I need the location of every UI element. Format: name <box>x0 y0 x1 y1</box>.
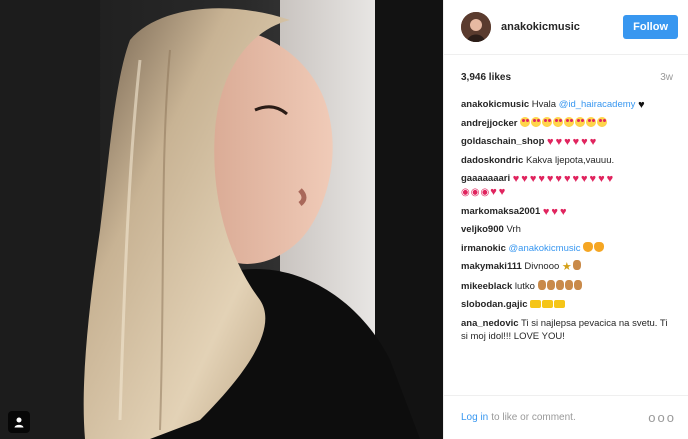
kiss-lips-icon: ◉ <box>480 187 490 198</box>
comment-item: markomaksa2001 ♥ ♥ ♥ <box>461 205 676 218</box>
comment-item: andrejjocker <box>461 116 676 130</box>
heart-eyes-icon <box>597 116 608 127</box>
heart-eyes-icon <box>564 116 575 127</box>
cat-icon <box>583 241 594 252</box>
post-header: anakokicmusic Follow <box>444 0 688 55</box>
heart-eyes-icon <box>553 116 564 127</box>
heart-eyes-icon <box>586 116 597 127</box>
likes-count[interactable]: 3,946 likes <box>461 72 511 83</box>
comment-username[interactable]: gaaaaaaari <box>461 173 510 184</box>
comment-item: dadoskondric Kakva ljepota,vauuu. <box>461 154 676 167</box>
comment-item: makymaki111 Divnooo ★ <box>461 260 676 274</box>
more-options-icon[interactable]: ooo <box>648 410 676 425</box>
hand-icon <box>572 260 581 270</box>
comment-username[interactable]: andrejjocker <box>461 118 518 129</box>
hand-icon <box>546 279 555 290</box>
heart-icon: ♥ <box>572 173 580 185</box>
heart-icon: ♥ <box>542 205 550 218</box>
heart-icon: ♥ <box>589 136 597 148</box>
comment-username[interactable]: anakokicmusic <box>461 99 529 110</box>
comment-item: anakokicmusic Hvala @id_hairacademy ♥ <box>461 98 676 111</box>
post-photo[interactable] <box>0 0 443 439</box>
heart-eyes-icon <box>531 116 542 127</box>
comment-username[interactable]: irmanokic <box>461 243 506 254</box>
comment-text: lutko <box>514 280 535 292</box>
crown-icon <box>554 300 566 308</box>
comment-username[interactable]: slobodan.gajic <box>461 299 528 310</box>
heart-icon: ♥ <box>555 136 563 148</box>
heart-icon: ♥ <box>563 173 571 185</box>
heart-icon: ♥ <box>555 173 562 185</box>
comment-username[interactable]: dadoskondric <box>461 155 523 166</box>
heart-icon: ♥ <box>564 136 571 148</box>
person-tag-icon[interactable] <box>8 411 30 433</box>
comment-text: Vrh <box>506 224 521 235</box>
comment-item: ana_nedovic Ti si najlepsa pevacica na s… <box>461 317 676 343</box>
post-time[interactable]: 3w <box>660 72 673 83</box>
star-icon: ★ <box>561 261 572 273</box>
heart-eyes-icon <box>520 116 531 127</box>
comment-text: Hvala <box>531 99 557 110</box>
comment-text: Kakva ljepota,vauuu. <box>525 154 615 166</box>
post-sidebar: anakokicmusic Follow 3,946 likes 3w anak… <box>443 0 688 439</box>
heart-eyes-icon <box>542 116 553 127</box>
comment-item: irmanokic @anakokicmusic <box>461 241 676 255</box>
crown-icon <box>530 300 542 308</box>
heart-icon: ♥ <box>572 136 580 148</box>
heart-icon: ♥ <box>581 173 588 185</box>
heart-icon: ♥ <box>551 205 558 218</box>
heart-icon: ♥ <box>529 173 537 185</box>
heart-icon: ♥ <box>559 205 567 218</box>
comment-mention-link[interactable]: @id_hairacademy <box>559 99 636 110</box>
hand-icon <box>564 279 573 290</box>
portrait-image <box>0 0 443 439</box>
comment-username[interactable]: ana_nedovic <box>461 318 519 329</box>
heart-icon: ♥ <box>538 173 545 185</box>
comment-username[interactable]: veljko900 <box>461 224 504 235</box>
comment-item: veljko900 Vrh <box>461 223 676 236</box>
heart-icon: ♥ <box>498 186 506 198</box>
heart-icon: ♥ <box>490 186 497 198</box>
heart-icon: ♥ <box>521 173 528 185</box>
person-silhouette-icon <box>14 417 24 428</box>
heart-icon: ♥ <box>581 136 588 148</box>
comment-item: goldaschain_shop ♥ ♥ ♥ ♥ ♥ ♥ <box>461 135 676 148</box>
post-username[interactable]: anakokicmusic <box>501 21 623 33</box>
heart-icon: ♥ <box>606 173 614 185</box>
heart-icon: ♥ <box>546 173 554 185</box>
hand-icon <box>573 279 582 290</box>
instagram-post: anakokicmusic Follow 3,946 likes 3w anak… <box>0 0 688 439</box>
heart-icon: ♥ <box>598 173 605 185</box>
heart-icon: ♥ <box>512 173 520 185</box>
comment-mention-link[interactable]: @anakokicmusic <box>509 243 581 254</box>
login-prompt-text: to like or comment. <box>491 412 576 423</box>
comment-username[interactable]: goldaschain_shop <box>461 136 544 147</box>
muscle-icon <box>537 279 546 290</box>
cat-icon <box>594 241 605 252</box>
heart-icon: ♥ <box>589 173 597 185</box>
heart-icon: ♥ <box>547 136 554 148</box>
hand-icon <box>555 279 564 290</box>
kiss-lips-icon: ◉ <box>461 187 470 198</box>
comment-item: gaaaaaaari ♥ ♥ ♥ ♥ ♥ ♥ ♥ ♥ ♥ ♥ ♥ ♥ ◉◉◉♥ ♥ <box>461 172 676 199</box>
comment-username[interactable]: mikeeblack <box>461 281 512 292</box>
comments-list: anakokicmusic Hvala @id_hairacademy ♥ and… <box>444 98 688 343</box>
avatar[interactable] <box>461 12 491 42</box>
avatar-image <box>461 12 491 42</box>
heart-eyes-icon <box>575 116 586 127</box>
post-footer: Log in to like or comment. ooo <box>444 395 688 439</box>
comment-username[interactable]: makymaki111 <box>461 261 522 272</box>
login-link[interactable]: Log in <box>461 412 488 423</box>
comment-username[interactable]: markomaksa2001 <box>461 206 540 217</box>
kiss-lips-icon: ◉ <box>470 187 480 198</box>
comment-item: slobodan.gajic <box>461 298 676 311</box>
black-heart-icon: ♥ <box>638 99 645 111</box>
comment-text: Divnooo <box>524 261 560 272</box>
comment-item: mikeeblack lutko <box>461 279 676 293</box>
post-stats: 3,946 likes 3w <box>444 70 688 84</box>
crown-icon <box>542 300 554 308</box>
follow-button[interactable]: Follow <box>623 15 678 39</box>
